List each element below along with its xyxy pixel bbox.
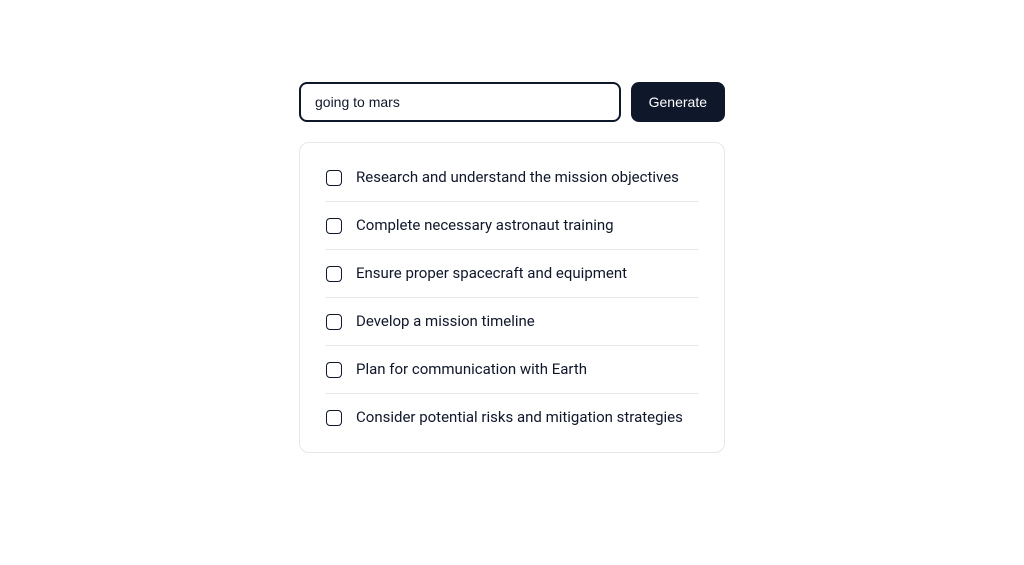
todo-item: Ensure proper spacecraft and equipment xyxy=(326,250,698,298)
todo-label: Develop a mission timeline xyxy=(356,311,535,332)
todo-label: Research and understand the mission obje… xyxy=(356,167,679,188)
generate-button[interactable]: Generate xyxy=(631,82,725,122)
main-container: Generate Research and understand the mis… xyxy=(299,82,725,453)
todo-checkbox[interactable] xyxy=(326,266,342,282)
todo-checkbox[interactable] xyxy=(326,170,342,186)
todo-list: Research and understand the mission obje… xyxy=(326,167,698,428)
todo-item: Consider potential risks and mitigation … xyxy=(326,394,698,428)
todo-label: Consider potential risks and mitigation … xyxy=(356,407,683,428)
todo-card: Research and understand the mission obje… xyxy=(299,142,725,453)
todo-checkbox[interactable] xyxy=(326,410,342,426)
todo-item: Complete necessary astronaut training xyxy=(326,202,698,250)
todo-label: Ensure proper spacecraft and equipment xyxy=(356,263,627,284)
todo-checkbox[interactable] xyxy=(326,314,342,330)
todo-item: Research and understand the mission obje… xyxy=(326,167,698,202)
todo-checkbox[interactable] xyxy=(326,362,342,378)
todo-item: Plan for communication with Earth xyxy=(326,346,698,394)
todo-item: Develop a mission timeline xyxy=(326,298,698,346)
todo-label: Plan for communication with Earth xyxy=(356,359,587,380)
prompt-input[interactable] xyxy=(299,82,621,122)
todo-checkbox[interactable] xyxy=(326,218,342,234)
input-row: Generate xyxy=(299,82,725,122)
todo-label: Complete necessary astronaut training xyxy=(356,215,614,236)
